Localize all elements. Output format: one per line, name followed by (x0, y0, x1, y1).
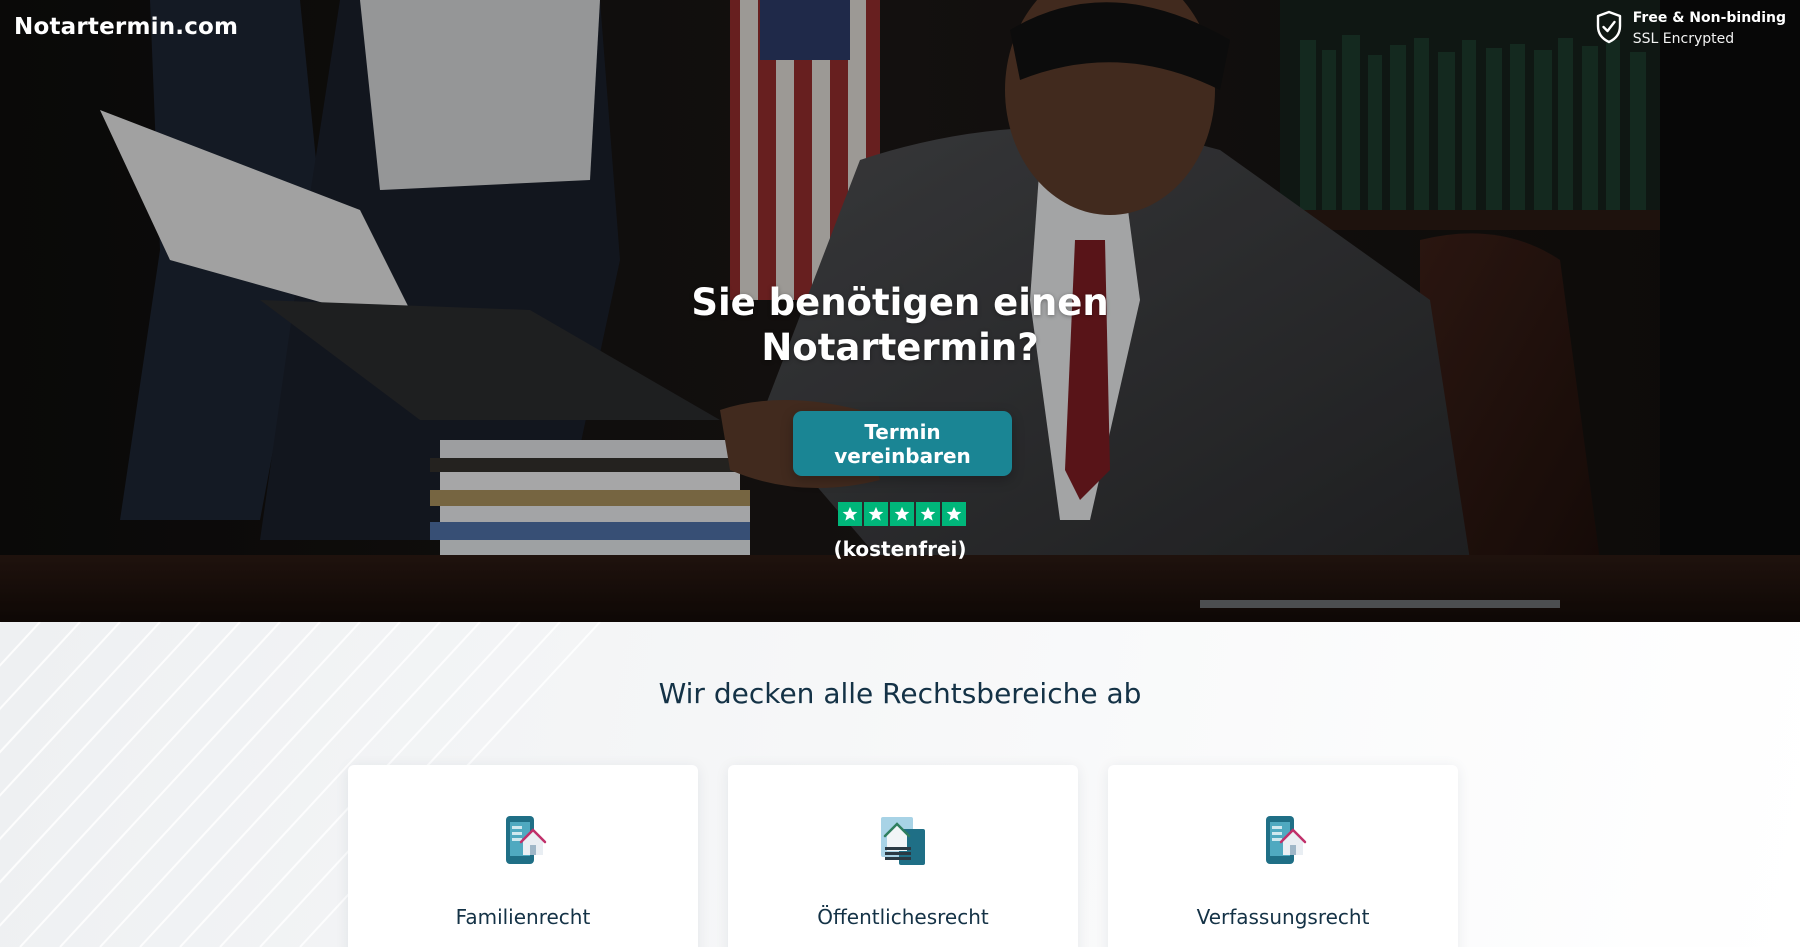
phone-house-icon (1266, 816, 1307, 864)
trustpilot-rating (838, 502, 966, 526)
star-icon (916, 502, 940, 526)
shield-check-icon (1596, 10, 1621, 44)
star-icon (838, 502, 862, 526)
hero-free-note: (kostenfrei) (833, 537, 967, 561)
practice-card-verfassungsrecht[interactable]: Verfassungsrecht (1108, 765, 1458, 947)
practice-card-label: Familienrecht (455, 905, 591, 929)
star-icon (890, 502, 914, 526)
star-icon (864, 502, 888, 526)
practice-card-label: Verfassungsrecht (1196, 905, 1370, 929)
security-line-free: Free & Non-binding (1632, 10, 1786, 26)
practice-areas-section: Wir decken alle Rechtsbereiche ab Famili… (0, 622, 1800, 947)
security-badge: Free & Non-binding SSL Encrypted (1595, 10, 1786, 47)
section-title: Wir decken alle Rechtsbereiche ab (658, 677, 1142, 710)
security-line-ssl: SSL Encrypted (1632, 31, 1735, 47)
practice-card-familienrecht[interactable]: Familienrecht (348, 765, 698, 947)
hero-section: Notartermin.com Free & Non-binding SSL E… (0, 0, 1800, 622)
book-appointment-button[interactable]: Termin vereinbaren (793, 411, 1012, 476)
practice-card-oeffentlichesrecht[interactable]: Öffentlichesrecht (728, 765, 1078, 947)
hero-title-line2: Notartermin? (761, 326, 1039, 369)
star-icon (942, 502, 966, 526)
phone-house-icon (506, 816, 547, 864)
practice-card-label: Öffentlichesrecht (817, 905, 989, 929)
document-house-icon (881, 817, 925, 865)
brand-logo[interactable]: Notartermin.com (14, 14, 238, 40)
hero-title-line1: Sie benötigen einen (691, 281, 1109, 324)
hero-title: Sie benötigen einen Notartermin? (0, 280, 1800, 370)
